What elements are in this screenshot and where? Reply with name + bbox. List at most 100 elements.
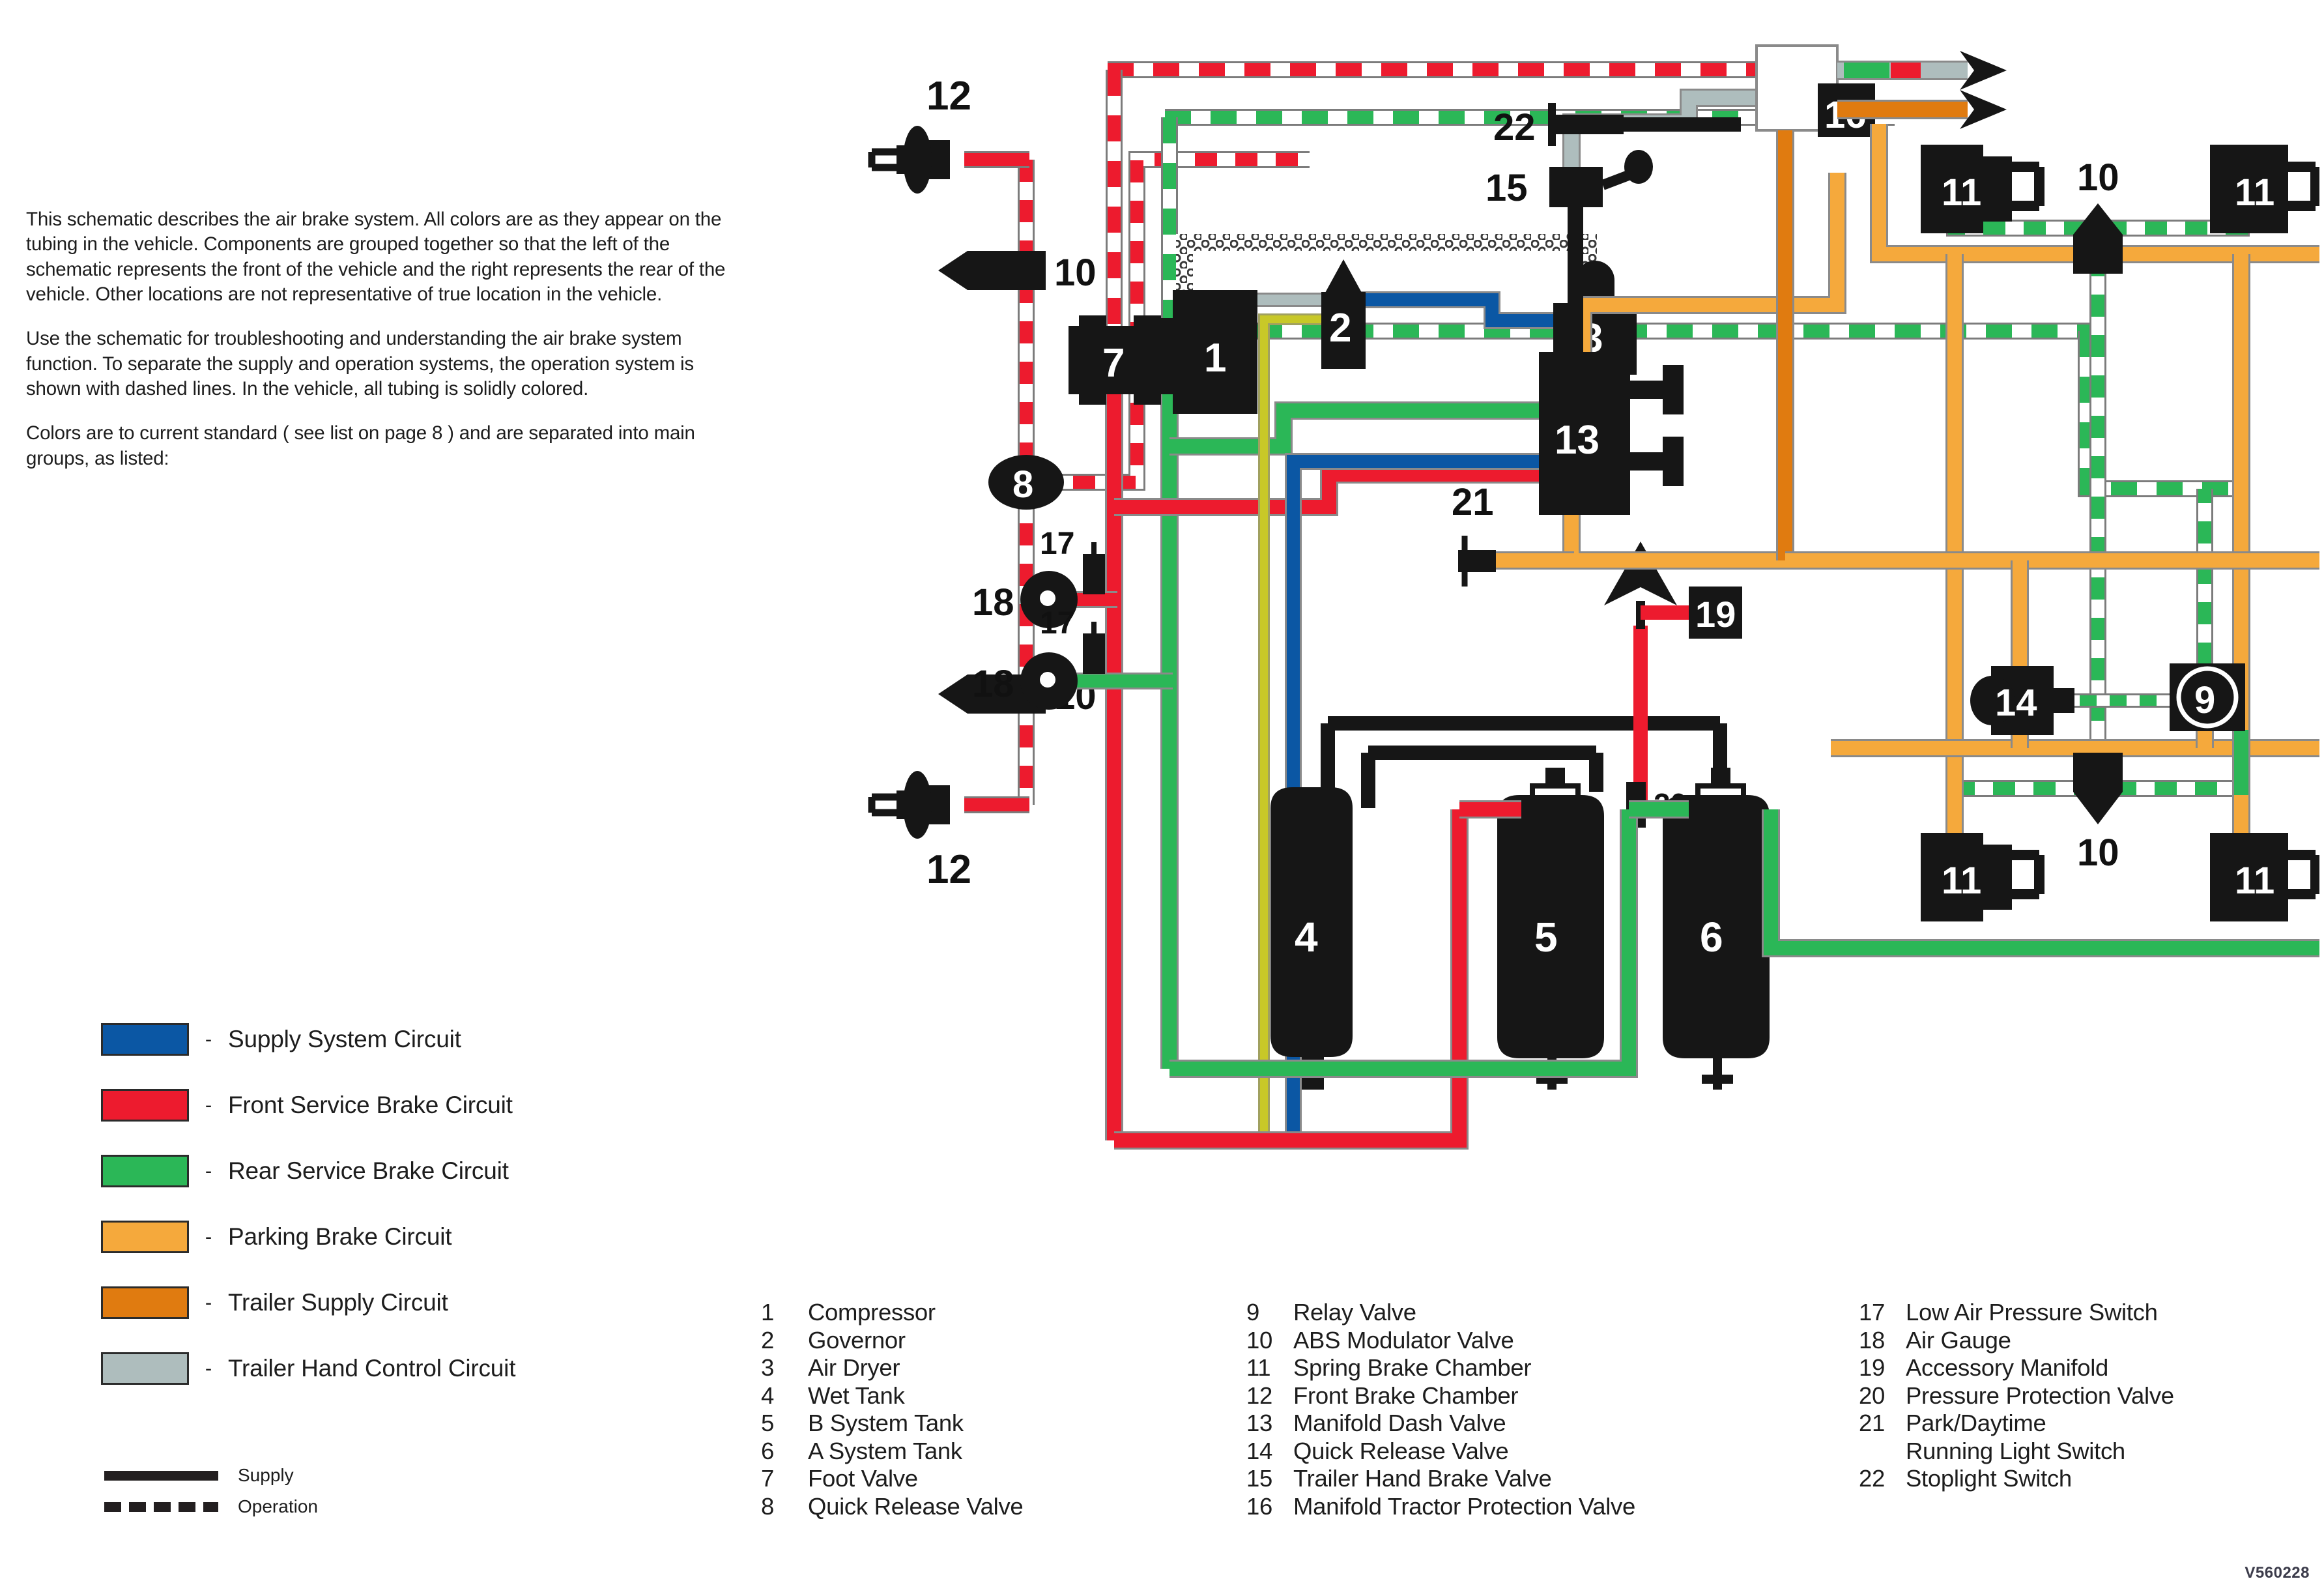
index-name-14: Quick Release Valve bbox=[1293, 1437, 1509, 1464]
index-name-1: Compressor bbox=[808, 1299, 936, 1326]
callout-10-abs-modulator-rear-top: 10 bbox=[2077, 156, 2119, 199]
index-num-19: 19 bbox=[1859, 1354, 1885, 1382]
callout-19-accessory-manifold: 19 bbox=[1695, 594, 1736, 635]
callout-12-front-brake-chamber-bottom: 12 bbox=[926, 847, 971, 892]
callout-11-spring-brake-chamber-bottom-right: 11 bbox=[2235, 860, 2274, 902]
legend-swatch-front-service-brake bbox=[101, 1089, 189, 1122]
index-item-11: 11 Spring Brake Chamber bbox=[1246, 1354, 1859, 1382]
legend-label-trailer-hand-control: Trailer Hand Control Circuit bbox=[228, 1355, 516, 1382]
index-item-12: 12 Front Brake Chamber bbox=[1246, 1382, 1859, 1410]
index-num-8: 8 bbox=[761, 1492, 774, 1520]
index-item-18: 18 Air Gauge bbox=[1859, 1327, 2276, 1355]
callout-4-wet-tank: 4 bbox=[1295, 914, 1318, 961]
callout-17-low-air-pressure-switch-a: 17 bbox=[1040, 527, 1074, 561]
callout-18-air-gauge-a: 18 bbox=[972, 581, 1014, 624]
callout-12-front-brake-chamber-top: 12 bbox=[926, 74, 971, 119]
callout-15-trailer-hand-brake-valve: 15 bbox=[1485, 167, 1528, 209]
index-item-3: 3 Air Dryer bbox=[761, 1354, 1246, 1382]
index-item-13: 13 Manifold Dash Valve bbox=[1246, 1410, 1859, 1438]
callout-7-foot-valve: 7 bbox=[1102, 341, 1125, 386]
index-item-9: 9 Relay Valve bbox=[1246, 1299, 1859, 1327]
callout-14-quick-release-valve-rear: 14 bbox=[1995, 682, 2037, 724]
index-item-19: 19 Accessory Manifold bbox=[1859, 1354, 2276, 1382]
dashed-line-sample bbox=[104, 1501, 218, 1512]
index-name-8: Quick Release Valve bbox=[808, 1492, 1024, 1520]
index-name-15: Trailer Hand Brake Valve bbox=[1293, 1465, 1552, 1492]
component-index-column-2: 9 Relay Valve 10 ABS Modulator Valve 11 Spr… bbox=[1246, 1299, 1859, 1520]
index-name-20: Pressure Protection Valve bbox=[1906, 1382, 2174, 1409]
index-name-21-cont: Running Light Switch bbox=[1906, 1437, 2125, 1464]
schematic-page: This schematic describes the air brake s… bbox=[0, 0, 2324, 1594]
index-num-21: 21 bbox=[1859, 1410, 1885, 1437]
legend-dash-4: - bbox=[205, 1291, 212, 1314]
legend-row-rear-service-brake: - Rear Service Brake Circuit bbox=[101, 1145, 713, 1197]
legend-row-supply-system: - Supply System Circuit bbox=[101, 1013, 713, 1065]
index-item-2: 2 Governor bbox=[761, 1327, 1246, 1355]
index-item-21: 21 Park/Daytime bbox=[1859, 1410, 2276, 1438]
callout-11-spring-brake-chamber-top-right: 11 bbox=[2235, 171, 2274, 214]
index-name-5: B System Tank bbox=[808, 1410, 964, 1437]
callout-11-spring-brake-chamber-bottom-left: 11 bbox=[1942, 860, 1981, 902]
intro-paragraph-3: Colors are to current standard ( see lis… bbox=[26, 422, 695, 469]
callout-21-park-daytime-switch: 21 bbox=[1452, 481, 1494, 523]
index-item-15: 15 Trailer Hand Brake Valve bbox=[1246, 1465, 1859, 1493]
index-num-2: 2 bbox=[761, 1326, 774, 1354]
index-num-9: 9 bbox=[1246, 1299, 1259, 1326]
callout-5-b-system-tank: 5 bbox=[1534, 914, 1558, 961]
index-item-1: 1 Compressor bbox=[761, 1299, 1246, 1327]
callout-8-quick-release-valve: 8 bbox=[1012, 463, 1033, 506]
index-num-4: 4 bbox=[761, 1382, 774, 1409]
index-name-18: Air Gauge bbox=[1906, 1326, 2011, 1354]
index-item-8: 8 Quick Release Valve bbox=[761, 1493, 1246, 1521]
legend-swatch-trailer-hand-control bbox=[101, 1352, 189, 1385]
line-legend-row-operation: Operation bbox=[104, 1491, 508, 1522]
legend-dash-0: - bbox=[205, 1028, 212, 1051]
legend-swatch-parking-brake bbox=[101, 1221, 189, 1253]
index-num-14: 14 bbox=[1246, 1437, 1272, 1464]
legend-row-trailer-supply: - Trailer Supply Circuit bbox=[101, 1277, 713, 1329]
index-num-17: 17 bbox=[1859, 1299, 1885, 1326]
legend-label-front-service-brake: Front Service Brake Circuit bbox=[228, 1092, 513, 1118]
drawing-number: V560228 bbox=[2245, 1564, 2310, 1582]
legend-label-rear-service-brake: Rear Service Brake Circuit bbox=[228, 1157, 509, 1184]
legend-label-supply-system: Supply System Circuit bbox=[228, 1026, 461, 1052]
circuit-color-legend: - Supply System Circuit - Front Service … bbox=[101, 1013, 713, 1408]
callout-10-abs-modulator-front-top: 10 bbox=[1054, 252, 1097, 294]
component-index-column-3: 17 Low Air Pressure Switch 18 Air Gauge 19… bbox=[1859, 1299, 2276, 1520]
line-legend-label-operation: Operation bbox=[238, 1496, 318, 1516]
callout-13-manifold-dash-valve: 13 bbox=[1555, 418, 1600, 463]
index-name-2: Governor bbox=[808, 1326, 906, 1354]
index-num-6: 6 bbox=[761, 1437, 774, 1464]
callout-11-spring-brake-chamber-top-left: 11 bbox=[1942, 171, 1981, 214]
index-item-21-continued: Running Light Switch bbox=[1859, 1438, 2276, 1466]
legend-row-parking-brake: - Parking Brake Circuit bbox=[101, 1211, 713, 1263]
legend-dash-1: - bbox=[205, 1094, 212, 1116]
index-item-10: 10 ABS Modulator Valve bbox=[1246, 1327, 1859, 1355]
index-num-3: 3 bbox=[761, 1354, 774, 1382]
index-name-7: Foot Valve bbox=[808, 1465, 918, 1492]
legend-dash-3: - bbox=[205, 1225, 212, 1248]
index-num-1: 1 bbox=[761, 1299, 774, 1326]
component-index: 1 Compressor 2 Governor 3 Air Dryer 4 Wet Ta… bbox=[761, 1299, 2273, 1520]
callout-6-a-system-tank: 6 bbox=[1700, 914, 1723, 961]
index-name-16: Manifold Tractor Protection Valve bbox=[1293, 1492, 1636, 1520]
legend-label-trailer-supply: Trailer Supply Circuit bbox=[228, 1289, 448, 1316]
callout-10-abs-modulator-rear-bottom: 10 bbox=[2077, 832, 2119, 874]
index-name-6: A System Tank bbox=[808, 1437, 962, 1464]
line-legend-label-supply: Supply bbox=[238, 1465, 294, 1485]
index-name-11: Spring Brake Chamber bbox=[1293, 1354, 1532, 1382]
index-item-22: 22 Stoplight Switch bbox=[1859, 1465, 2276, 1493]
intro-paragraph-1: This schematic describes the air brake s… bbox=[26, 209, 726, 306]
index-name-21: Park/Daytime bbox=[1906, 1410, 2046, 1437]
solid-line-sample bbox=[104, 1470, 218, 1481]
intro-text-block: This schematic describes the air brake s… bbox=[26, 207, 749, 471]
component-index-column-1: 1 Compressor 2 Governor 3 Air Dryer 4 Wet Ta… bbox=[761, 1299, 1246, 1520]
legend-row-trailer-hand-control: - Trailer Hand Control Circuit bbox=[101, 1342, 713, 1395]
index-item-20: 20 Pressure Protection Valve bbox=[1859, 1382, 2276, 1410]
callout-1-compressor: 1 bbox=[1204, 336, 1226, 381]
index-item-14: 14 Quick Release Valve bbox=[1246, 1438, 1859, 1466]
callout-2-governor: 2 bbox=[1329, 306, 1351, 351]
legend-label-parking-brake: Parking Brake Circuit bbox=[228, 1223, 452, 1250]
index-name-9: Relay Valve bbox=[1293, 1299, 1416, 1326]
legend-swatch-trailer-supply bbox=[101, 1286, 189, 1319]
